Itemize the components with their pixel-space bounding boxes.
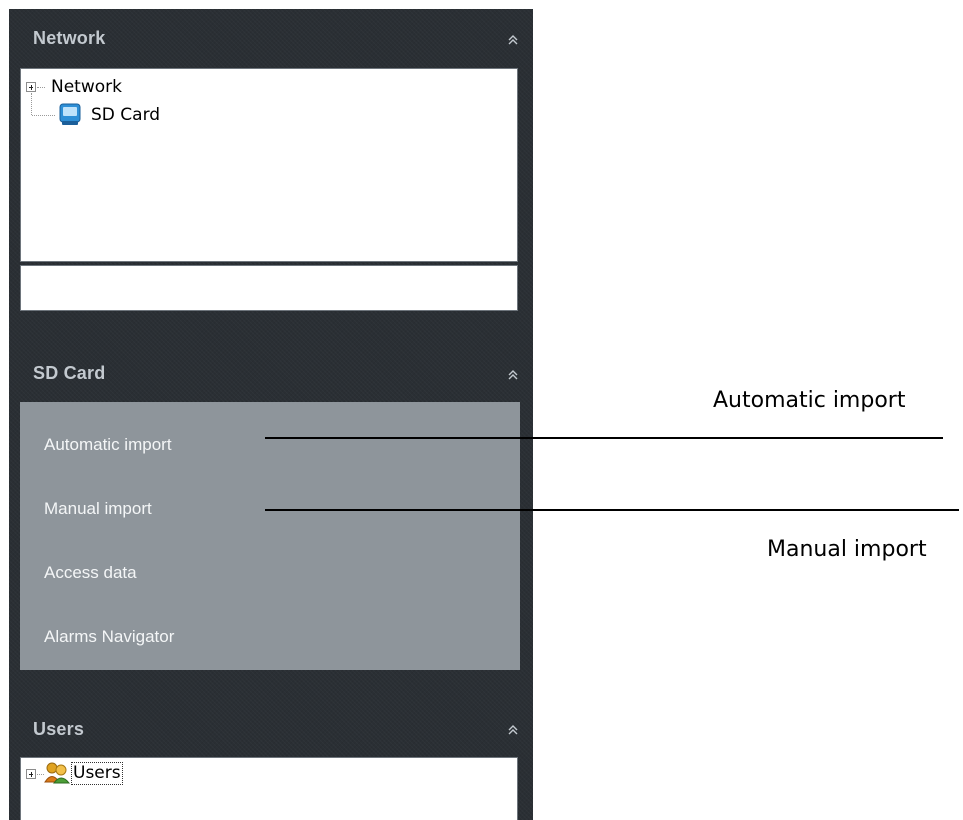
collapse-users-icon[interactable] xyxy=(505,722,521,738)
callout-automatic-import: Automatic import xyxy=(713,388,906,413)
users-panel-title[interactable]: Users xyxy=(33,719,84,740)
sd-card-icon xyxy=(59,103,81,127)
tree-node-network[interactable]: Network xyxy=(51,75,122,99)
callout-line-automatic-import xyxy=(265,437,943,439)
users-icon xyxy=(44,762,71,784)
network-status-field xyxy=(20,265,518,311)
tree-node-users[interactable]: Users xyxy=(71,762,123,785)
users-tree[interactable]: Users xyxy=(20,757,518,820)
sd-card-menu: Automatic import Manual import Access da… xyxy=(20,402,520,670)
menu-item-automatic-import[interactable]: Automatic import xyxy=(44,435,172,455)
menu-item-manual-import[interactable]: Manual import xyxy=(44,499,152,519)
menu-item-access-data[interactable]: Access data xyxy=(44,563,137,583)
collapse-network-icon[interactable] xyxy=(505,32,521,48)
network-tree[interactable]: Network SD Card xyxy=(20,68,518,262)
expand-network-icon[interactable] xyxy=(26,82,36,92)
callout-manual-import: Manual import xyxy=(767,537,927,562)
callout-line-manual-import xyxy=(265,509,959,511)
tree-node-sd-card[interactable]: SD Card xyxy=(91,103,160,127)
sd-card-panel-title[interactable]: SD Card xyxy=(33,363,105,384)
menu-item-alarms-navigator[interactable]: Alarms Navigator xyxy=(44,627,174,647)
navigation-sidebar: Network Network SD Card SD Card Automati… xyxy=(9,9,533,820)
collapse-sd-card-icon[interactable] xyxy=(505,367,521,383)
expand-users-icon[interactable] xyxy=(26,769,36,779)
network-panel-title[interactable]: Network xyxy=(33,28,105,49)
